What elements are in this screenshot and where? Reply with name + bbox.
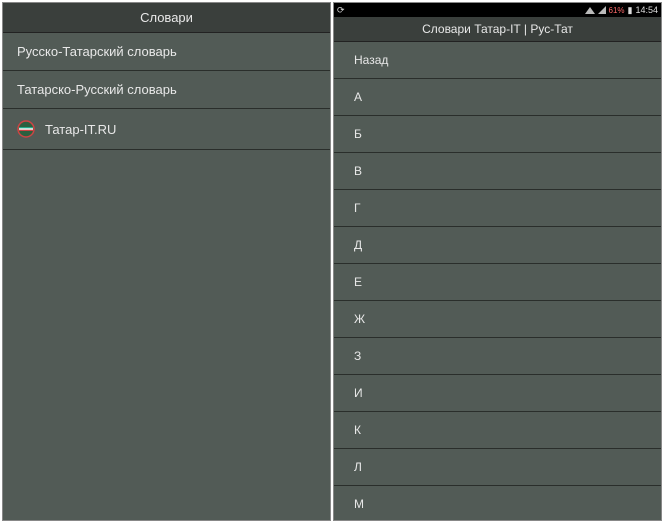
status-right: 61% ▮ 14:54	[585, 5, 659, 16]
status-left: ⟳	[337, 5, 345, 16]
letter-item[interactable]: Д	[334, 227, 661, 264]
list-item-label: Татарско-Русский словарь	[17, 82, 177, 97]
status-bar: ⟳ 61% ▮ 14:54	[334, 3, 661, 17]
letter-label: З	[354, 349, 361, 363]
globe-icon	[17, 120, 35, 138]
list-item-dictionary[interactable]: Татар-IT.RU	[3, 109, 330, 150]
letter-item[interactable]: М	[334, 486, 661, 519]
wifi-icon	[585, 7, 595, 14]
letter-label: Б	[354, 127, 362, 141]
battery-percent: 61%	[609, 6, 625, 15]
back-label: Назад	[354, 53, 388, 67]
letter-label: М	[354, 497, 364, 511]
sync-icon: ⟳	[337, 5, 345, 16]
letter-label: Г	[354, 201, 361, 215]
list-item-dictionary[interactable]: Русско-Татарский словарь	[3, 33, 330, 71]
letter-label: А	[354, 90, 362, 104]
battery-icon: ▮	[628, 5, 633, 16]
letter-label: К	[354, 423, 361, 437]
letter-item[interactable]: З	[334, 338, 661, 375]
letter-item[interactable]: К	[334, 412, 661, 449]
letter-item[interactable]: Б	[334, 116, 661, 153]
letter-label: Д	[354, 238, 362, 252]
header-title: Словари	[3, 3, 330, 33]
signal-icon	[598, 6, 606, 14]
letter-label: И	[354, 386, 363, 400]
list-item-label: Татар-IT.RU	[45, 122, 116, 137]
screen-dictionaries: Словари Русско-Татарский словарь Татарск…	[2, 2, 331, 521]
list-item-label: Русско-Татарский словарь	[17, 44, 177, 59]
back-item[interactable]: Назад	[334, 42, 661, 79]
status-time: 14:54	[635, 5, 658, 15]
letter-label: В	[354, 164, 362, 178]
letter-item[interactable]: И	[334, 375, 661, 412]
letter-label: Ж	[354, 312, 365, 326]
letter-item[interactable]: Ж	[334, 301, 661, 338]
list-item-dictionary[interactable]: Татарско-Русский словарь	[3, 71, 330, 109]
letter-label: Е	[354, 275, 362, 289]
letter-item[interactable]: В	[334, 153, 661, 190]
letter-item[interactable]: Г	[334, 190, 661, 227]
letter-item[interactable]: Л	[334, 449, 661, 486]
letter-list: Назад А Б В Г Д Е Ж З И К Л М	[334, 42, 661, 519]
letter-item[interactable]: Е	[334, 264, 661, 301]
letter-item[interactable]: А	[334, 79, 661, 116]
dictionary-list: Русско-Татарский словарь Татарско-Русски…	[3, 33, 330, 518]
screen-letters: ⟳ 61% ▮ 14:54 Словари Татар-IT | Рус-Тат…	[333, 2, 662, 521]
letter-label: Л	[354, 460, 362, 474]
header-title: Словари Татар-IT | Рус-Тат	[334, 17, 661, 42]
